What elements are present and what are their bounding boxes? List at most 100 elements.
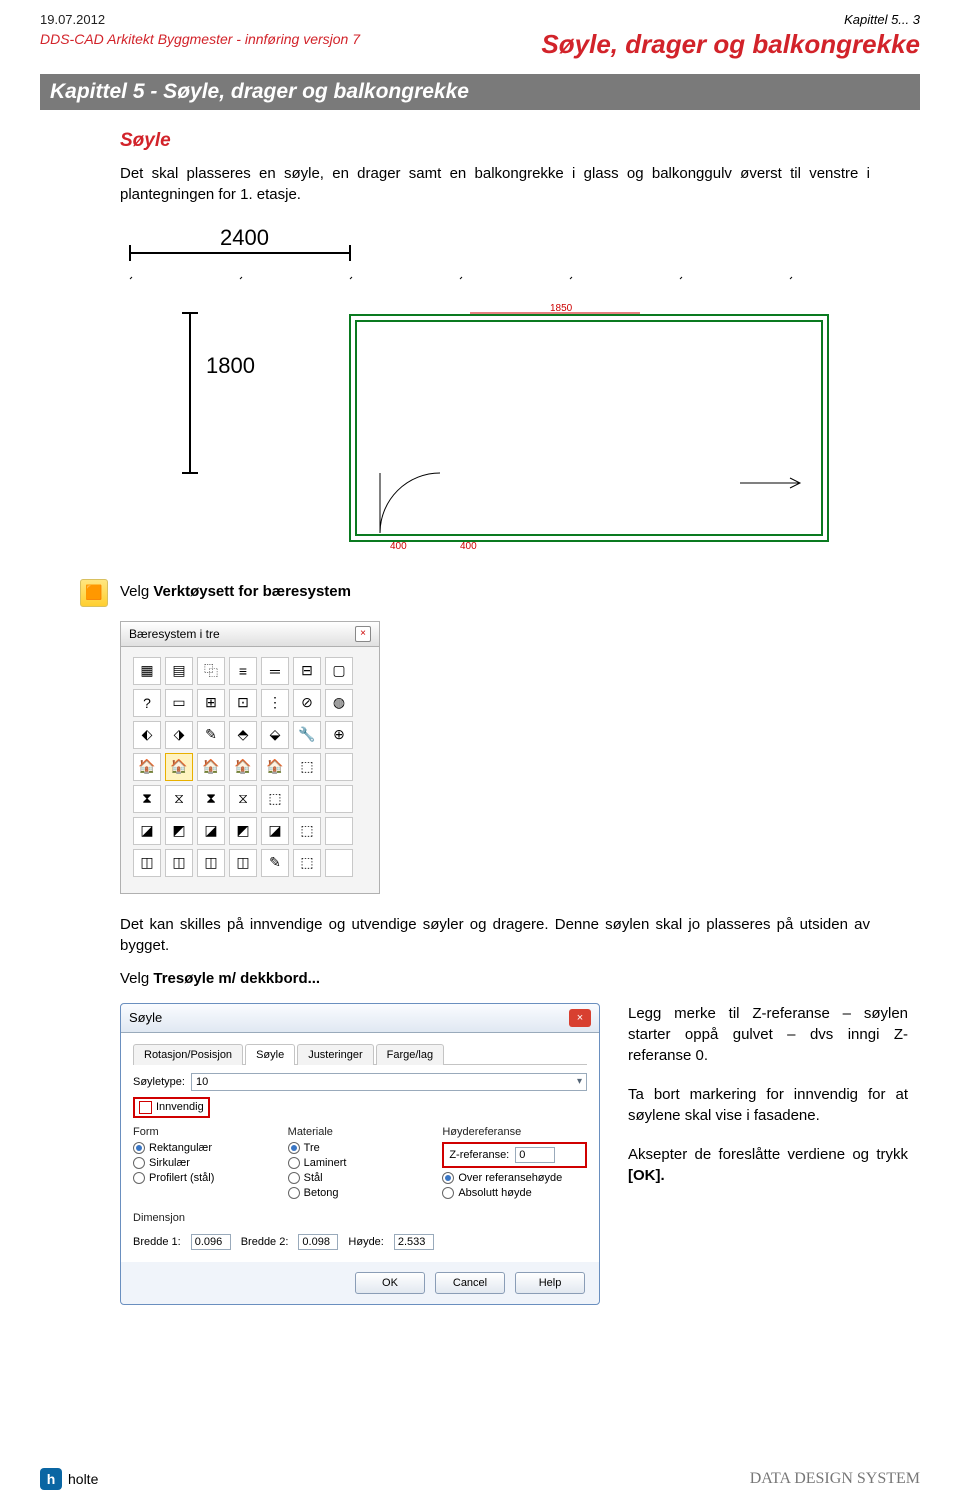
palette-tool[interactable] — [325, 753, 353, 781]
palette-titlebar: Bæresystem i tre × — [121, 622, 379, 647]
form-opt-profilert[interactable]: Profilert (stål) — [133, 1172, 278, 1184]
page-header: 19.07.2012 DDS-CAD Arkitekt Byggmester -… — [0, 0, 960, 66]
palette-tool[interactable] — [325, 785, 353, 813]
palette-tool[interactable]: ≡ — [229, 657, 257, 685]
help-button[interactable]: Help — [515, 1272, 585, 1294]
zref-input[interactable] — [515, 1147, 555, 1163]
mat-opt-laminert[interactable]: Laminert — [288, 1157, 433, 1169]
palette-tool[interactable]: ⬚ — [293, 817, 321, 845]
tab-soyle[interactable]: Søyle — [245, 1044, 295, 1065]
palette-tool[interactable]: ◫ — [133, 849, 161, 877]
palette-tool[interactable]: ◪ — [133, 817, 161, 845]
intro-paragraph: Det skal plasseres en søyle, en drager s… — [120, 163, 870, 205]
sidenote-3: Aksepter de foreslåtte verdiene og trykk… — [628, 1144, 908, 1186]
palette-tool[interactable] — [325, 817, 353, 845]
dimensjon-heading: Dimensjon — [133, 1212, 587, 1224]
palette-tool[interactable]: ▦ — [133, 657, 161, 685]
palette-tool[interactable]: 🔧 — [293, 721, 321, 749]
header-left: 19.07.2012 DDS-CAD Arkitekt Byggmester -… — [40, 12, 360, 47]
mat-opt-betong[interactable]: Betong — [288, 1187, 433, 1199]
href-opt-absolutt[interactable]: Absolutt høyde — [442, 1187, 587, 1199]
palette-tool[interactable]: ? — [133, 689, 161, 717]
tab-fargelag[interactable]: Farge/lag — [376, 1044, 444, 1065]
palette-tool[interactable]: ═ — [261, 657, 289, 685]
palette-tool[interactable]: ◪ — [261, 817, 289, 845]
palette-tool[interactable]: ⬗ — [165, 721, 193, 749]
palette-tool[interactable]: ⬚ — [261, 785, 289, 813]
palette-tool-selected[interactable]: 🏠 — [165, 753, 193, 781]
tab-justeringer[interactable]: Justeringer — [297, 1044, 373, 1065]
close-icon[interactable]: × — [355, 626, 371, 642]
holte-logo-icon: h — [40, 1468, 62, 1490]
soyletype-dropdown[interactable]: 10 ▾ — [191, 1073, 587, 1091]
palette-tool[interactable]: ⊕ — [325, 721, 353, 749]
href-opt-over[interactable]: Over referansehøyde — [442, 1172, 587, 1184]
palette-tool[interactable]: ⊘ — [293, 689, 321, 717]
palette-tool[interactable]: 🏠 — [229, 753, 257, 781]
palette-tool[interactable]: 🏠 — [261, 753, 289, 781]
tool-bold: Verktøysett for bæresystem — [153, 583, 351, 600]
palette-tool[interactable]: ⬚ — [293, 849, 321, 877]
close-icon[interactable]: × — [569, 1009, 591, 1027]
palette-tool[interactable]: 🏠 — [133, 753, 161, 781]
palette-tool[interactable]: ◫ — [165, 849, 193, 877]
palette-tool[interactable]: ⬖ — [133, 721, 161, 749]
footer-left-brand: holte — [68, 1471, 98, 1487]
ok-button[interactable]: OK — [355, 1272, 425, 1294]
palette-tool[interactable]: ✎ — [197, 721, 225, 749]
palette-tool[interactable]: ⋮ — [261, 689, 289, 717]
palette-tool[interactable] — [293, 785, 321, 813]
palette-tool[interactable]: ◩ — [229, 817, 257, 845]
palette-tool[interactable]: ⊞ — [197, 689, 225, 717]
bredde2-input[interactable] — [298, 1234, 338, 1250]
tab-rotasjon[interactable]: Rotasjon/Posisjon — [133, 1044, 243, 1065]
palette-tool[interactable]: ◩ — [165, 817, 193, 845]
chapter-bar: Kapittel 5 - Søyle, drager og balkongrek… — [40, 74, 920, 110]
palette-tool[interactable]: ⧗ — [133, 785, 161, 813]
sidenote-1: Legg merke til Z-referanse – søylen star… — [628, 1003, 908, 1066]
palette-tool[interactable]: ⬘ — [229, 721, 257, 749]
form-opt-rektangular[interactable]: Rektangulær — [133, 1142, 278, 1154]
palette-tool[interactable]: ⬙ — [261, 721, 289, 749]
palette-tool[interactable]: 🏠 — [197, 753, 225, 781]
palette-tool[interactable]: ⧖ — [165, 785, 193, 813]
palette-tool[interactable]: ◍ — [325, 689, 353, 717]
form-opt-sirkular[interactable]: Sirkulær — [133, 1157, 278, 1169]
href-heading: Høydereferanse — [442, 1126, 587, 1138]
form-column: Form Rektangulær Sirkulær Profilert (stå… — [133, 1126, 278, 1202]
palette-tool[interactable]: ⿻ — [197, 657, 225, 685]
palette-tool[interactable]: ▤ — [165, 657, 193, 685]
footer-right-brand: DATA DESIGN SYSTEM — [750, 1470, 920, 1488]
palette-tool[interactable]: ▢ — [325, 657, 353, 685]
mat-opt-stal[interactable]: Stål — [288, 1172, 433, 1184]
innvendig-checkbox[interactable] — [139, 1101, 152, 1114]
header-section-title: Søyle, drager og balkongrekke — [541, 29, 920, 60]
palette-tool[interactable]: ▭ — [165, 689, 193, 717]
palette-tool[interactable]: ⬚ — [293, 753, 321, 781]
palette-tool[interactable]: ◫ — [229, 849, 257, 877]
dim-1800-label: 1800 — [206, 353, 255, 378]
cancel-button[interactable]: Cancel — [435, 1272, 505, 1294]
palette-tool[interactable] — [325, 849, 353, 877]
mat-opt-tre[interactable]: Tre — [288, 1142, 433, 1154]
palette-tool[interactable]: ⊟ — [293, 657, 321, 685]
innvendig-row: Innvendig — [133, 1097, 587, 1118]
form-heading: Form — [133, 1126, 278, 1138]
radio-icon — [288, 1172, 300, 1184]
palette-tool[interactable]: ⊡ — [229, 689, 257, 717]
soyle-dialog: Søyle × Rotasjon/Posisjon Søyle Justerin… — [120, 1003, 600, 1305]
header-date: 19.07.2012 — [40, 12, 360, 27]
h-label: Høyde: — [348, 1236, 383, 1248]
hoyde-input[interactable] — [394, 1234, 434, 1250]
palette-tool[interactable]: ◫ — [197, 849, 225, 877]
palette-tool[interactable]: ⧖ — [229, 785, 257, 813]
chevron-down-icon: ▾ — [577, 1076, 582, 1088]
bredde1-input[interactable] — [191, 1234, 231, 1250]
header-chapter-ref: Kapittel 5... 3 — [541, 12, 920, 27]
palette-tool[interactable]: ◪ — [197, 817, 225, 845]
palette-title-text: Bæresystem i tre — [129, 627, 220, 641]
dim-400b-label: 400 — [460, 541, 477, 552]
header-right: Kapittel 5... 3 Søyle, drager og balkong… — [541, 12, 920, 60]
palette-tool[interactable]: ⧗ — [197, 785, 225, 813]
palette-tool[interactable]: ✎ — [261, 849, 289, 877]
